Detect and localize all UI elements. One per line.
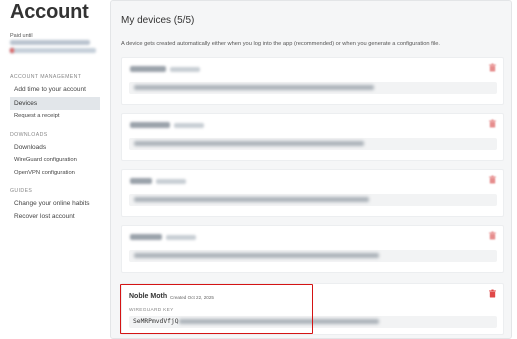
device-name-redacted <box>130 234 162 240</box>
wireguard-key-label: WIREGUARD KEY <box>129 308 174 313</box>
device-created-redacted <box>170 67 200 72</box>
trash-icon <box>489 119 496 128</box>
sidebar-item-downloads[interactable]: Downloads <box>10 141 100 154</box>
device-created-redacted <box>174 123 204 128</box>
device-created-redacted <box>166 235 196 240</box>
device-key-redacted <box>134 253 379 258</box>
devices-intro-text: A device gets created automatically eith… <box>121 41 441 47</box>
section-account-management: ACCOUNT MANAGEMENT <box>10 74 82 80</box>
wireguard-key-value: SeMRPmvdVfjQ <box>133 318 179 325</box>
sidebar-item-add-time[interactable]: Add time to your account <box>10 83 100 96</box>
sidebar: Account Paid until ACCOUNT MANAGEMENT Ad… <box>0 0 104 339</box>
device-card <box>121 57 504 105</box>
device-created-redacted <box>156 179 186 184</box>
device-key-redacted <box>134 141 364 146</box>
sidebar-item-change-habits[interactable]: Change your online habits <box>10 197 100 210</box>
sidebar-item-devices[interactable]: Devices <box>10 97 100 110</box>
trash-icon <box>489 175 496 184</box>
account-status-dot <box>10 48 14 53</box>
delete-device-button[interactable] <box>488 289 497 298</box>
device-card <box>121 113 504 161</box>
device-card <box>121 169 504 217</box>
trash-icon <box>489 63 496 72</box>
sidebar-item-wireguard-config[interactable]: WireGuard configuration <box>10 154 100 167</box>
page-title: My devices (5/5) <box>121 15 195 26</box>
delete-device-button[interactable] <box>488 119 497 128</box>
trash-icon <box>489 289 496 298</box>
device-card-noble-moth: Noble Moth Created Oct 22, 2025 WIREGUAR… <box>121 283 504 335</box>
section-downloads: DOWNLOADS <box>10 132 48 138</box>
wireguard-key-field: SeMRPmvdVfjQ <box>129 316 497 328</box>
device-name-redacted <box>130 122 170 128</box>
trash-icon <box>489 231 496 240</box>
device-key-field <box>129 138 497 150</box>
account-number-redacted <box>10 48 96 53</box>
paid-until-date-redacted <box>10 40 90 45</box>
sidebar-item-recover-account[interactable]: Recover lost account <box>10 210 100 223</box>
device-key-field <box>129 194 497 206</box>
devices-panel: My devices (5/5) A device gets created a… <box>110 0 512 339</box>
delete-device-button[interactable] <box>488 63 497 72</box>
sidebar-item-request-receipt[interactable]: Request a receipt <box>10 110 100 123</box>
device-card <box>121 225 504 273</box>
device-key-field <box>129 250 497 262</box>
wireguard-key-redacted <box>179 319 379 324</box>
delete-device-button[interactable] <box>488 175 497 184</box>
device-key-redacted <box>134 85 374 90</box>
device-created-date: Created Oct 22, 2025 <box>170 295 214 300</box>
paid-until-label: Paid until <box>10 33 33 39</box>
device-name-redacted <box>130 66 166 72</box>
delete-device-button[interactable] <box>488 231 497 240</box>
device-name: Noble Moth <box>129 293 168 300</box>
sidebar-item-openvpn-config[interactable]: OpenVPN configuration <box>10 167 100 180</box>
device-name-redacted <box>130 178 152 184</box>
device-key-field <box>129 82 497 94</box>
section-guides: GUIDES <box>10 188 33 194</box>
account-title: Account <box>10 1 89 23</box>
device-key-redacted <box>134 197 369 202</box>
